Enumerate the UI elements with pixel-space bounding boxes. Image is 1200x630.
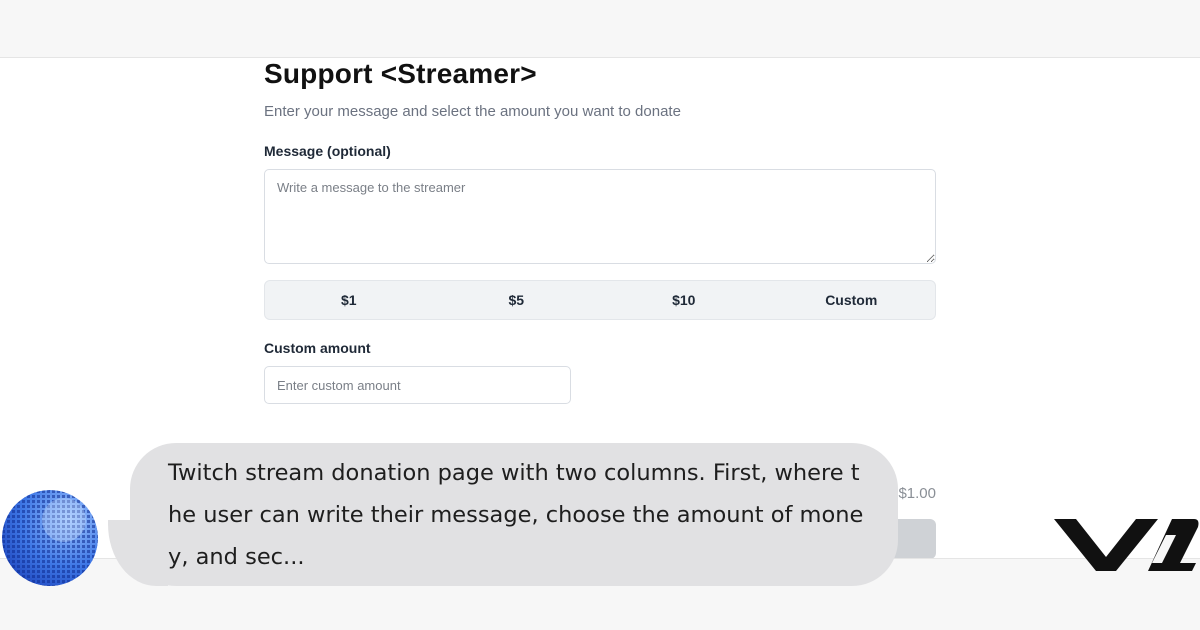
custom-amount-input[interactable] xyxy=(264,366,571,404)
caption-text: Twitch stream donation page with two col… xyxy=(168,460,864,570)
amount-10-button[interactable]: $10 xyxy=(600,281,768,319)
brand-logo-icon xyxy=(1054,519,1199,571)
pixel-globe-avatar-icon xyxy=(2,490,98,586)
total-amount: $1.00 xyxy=(898,485,936,502)
amount-1-button[interactable]: $1 xyxy=(265,281,433,319)
message-label: Message (optional) xyxy=(264,143,391,159)
avatar xyxy=(2,490,98,586)
page-subtitle: Enter your message and select the amount… xyxy=(264,103,681,120)
message-textarea[interactable] xyxy=(264,169,936,264)
custom-amount-label: Custom amount xyxy=(264,340,371,356)
amount-custom-button[interactable]: Custom xyxy=(768,281,936,319)
amount-selector: $1 $5 $10 Custom xyxy=(264,280,936,320)
page-title: Support <Streamer> xyxy=(264,58,537,89)
amount-5-button[interactable]: $5 xyxy=(433,281,601,319)
brand-logo xyxy=(1054,505,1200,582)
